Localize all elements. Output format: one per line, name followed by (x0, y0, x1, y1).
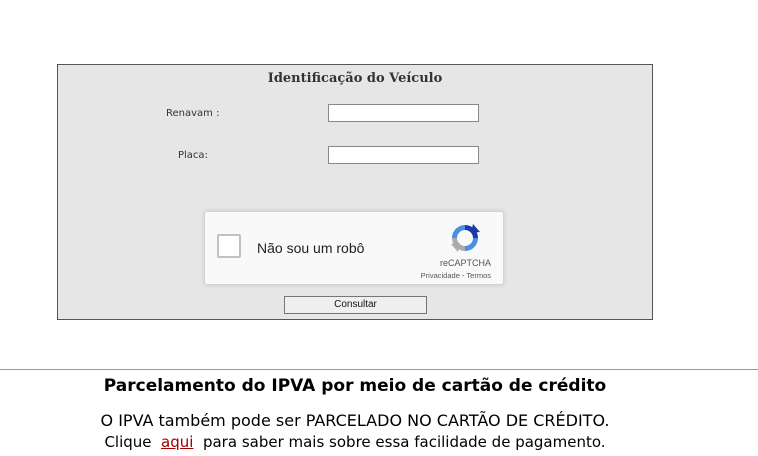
recaptcha-checkbox[interactable] (217, 234, 241, 258)
vehicle-identification-form: Identificação do Veículo Renavam : Placa… (57, 64, 653, 320)
placa-label: Placa: (178, 150, 208, 161)
installment-description: O IPVA também pode ser PARCELADO NO CART… (100, 411, 610, 430)
form-title: Identificação do Veículo (267, 71, 443, 86)
installment-link-line: Clique aqui para saber mais sobre essa f… (0, 433, 710, 451)
placa-input[interactable] (328, 146, 479, 164)
recaptcha-links: Privacidade - Termos (421, 271, 491, 280)
installment-info-link[interactable]: aqui (161, 433, 193, 451)
recaptcha-logo-icon (451, 224, 480, 252)
installment-link-suffix: para saber mais sobre essa facilidade de… (193, 433, 606, 451)
recaptcha-checkbox-label: Não sou um robô (257, 240, 365, 256)
recaptcha-brand: reCAPTCHA (439, 258, 491, 268)
renavam-label: Renavam : (166, 108, 220, 119)
installment-link-prefix: Clique (104, 433, 162, 451)
installment-title: Parcelamento do IPVA por meio de cartão … (103, 376, 607, 396)
renavam-input[interactable] (328, 104, 479, 122)
recaptcha-widget: Não sou um robô reCAPTCHA Privacidade - … (204, 211, 504, 285)
recaptcha-privacy-link[interactable]: Privacidade (421, 271, 460, 280)
recaptcha-terms-link[interactable]: Termos (466, 271, 491, 280)
consultar-button[interactable]: Consultar (284, 296, 427, 314)
section-divider (0, 369, 758, 370)
